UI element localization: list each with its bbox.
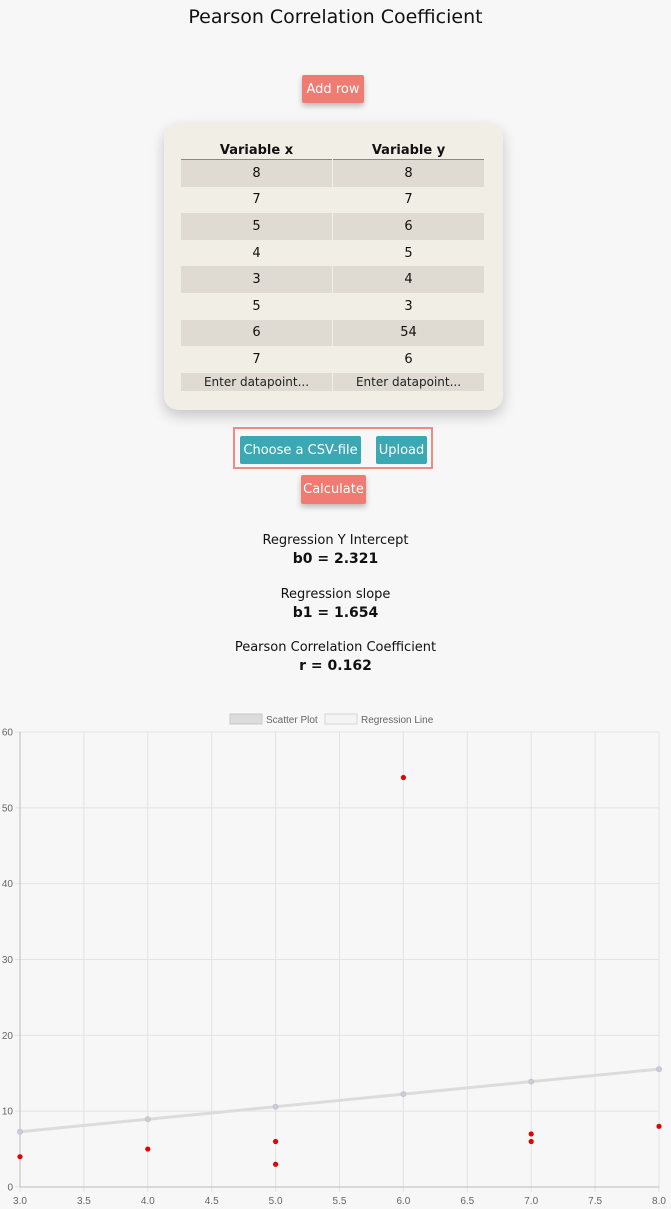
y-tick-label: 20 bbox=[2, 1031, 14, 1042]
correlation-value: r = 0.162 bbox=[299, 658, 372, 674]
y-tick-label: 50 bbox=[2, 803, 14, 814]
upload-button[interactable]: Upload bbox=[376, 436, 427, 464]
datapoint-input-y[interactable] bbox=[333, 373, 484, 391]
scatter-point bbox=[145, 1146, 151, 1152]
calculate-button[interactable]: Calculate bbox=[301, 475, 366, 504]
x-tick-label: 4.5 bbox=[205, 1196, 219, 1207]
regression-point bbox=[528, 1078, 535, 1085]
cell-x[interactable]: 8 bbox=[181, 160, 332, 187]
regression-point bbox=[144, 1116, 151, 1123]
scatter-chart: Scatter Plot Regression Line 3.0 3.5 4.0 4.5 5… bbox=[2, 713, 666, 1207]
table-row: 56 bbox=[181, 213, 484, 240]
table-row: 77 bbox=[181, 187, 484, 214]
x-tick-label: 7.5 bbox=[588, 1196, 602, 1207]
regression-point bbox=[272, 1103, 279, 1110]
input-cell-y bbox=[333, 372, 484, 391]
cell-y[interactable]: 6 bbox=[333, 346, 484, 373]
y-tick-label: 60 bbox=[2, 728, 14, 739]
table-row: 88 bbox=[181, 160, 484, 187]
scatter-point bbox=[17, 1154, 23, 1160]
data-table-card: Variable x Variable y 8 8 7 7 5 6 4 5 3 4 5 3 6 54 7 6 bbox=[164, 123, 503, 410]
input-cell-x bbox=[181, 372, 332, 391]
csv-upload-form: Choose a CSV-file Upload bbox=[233, 427, 433, 469]
slope-value: b1 = 1.654 bbox=[292, 605, 379, 621]
datapoint-input-x[interactable] bbox=[181, 373, 332, 391]
x-tick-label: 7.0 bbox=[524, 1196, 538, 1207]
cell-y[interactable]: 6 bbox=[333, 213, 484, 240]
legend-swatch-scatter bbox=[229, 713, 263, 725]
x-tick-label: 3.0 bbox=[13, 1196, 27, 1207]
table-row: 6 54 bbox=[181, 319, 484, 347]
y-tick-label: 30 bbox=[2, 955, 14, 966]
column-header-y: Variable y bbox=[333, 141, 484, 160]
legend-swatch-regression bbox=[324, 713, 358, 725]
cell-y[interactable]: 8 bbox=[333, 160, 484, 187]
cell-x[interactable]: 7 bbox=[181, 346, 332, 373]
cell-y[interactable]: 3 bbox=[333, 293, 484, 320]
cell-y[interactable]: 4 bbox=[333, 266, 484, 293]
column-header-x: Variable x bbox=[181, 141, 332, 160]
cell-x[interactable]: 5 bbox=[181, 293, 332, 320]
scatter-point bbox=[400, 774, 406, 781]
x-tick-label: 3.5 bbox=[77, 1196, 91, 1207]
page-title: Pearson Correlation Coefficient bbox=[188, 6, 483, 28]
scatter-point bbox=[528, 1138, 534, 1145]
x-tick-label: 5.0 bbox=[269, 1196, 283, 1207]
scatter-point bbox=[273, 1161, 279, 1167]
legend-label-regression: Regression Line bbox=[361, 715, 434, 726]
y-tick-label: 0 bbox=[7, 1183, 13, 1194]
x-tick-label: 5.5 bbox=[333, 1196, 347, 1207]
x-tick-label: 6.0 bbox=[396, 1196, 410, 1207]
choose-csv-button[interactable]: Choose a CSV-file bbox=[240, 436, 361, 464]
cell-x[interactable]: 7 bbox=[181, 187, 332, 214]
scatter-point bbox=[656, 1123, 662, 1129]
scatter-point bbox=[273, 1138, 279, 1145]
table-row: 53 bbox=[181, 293, 484, 320]
result-correlation: Pearson Correlation Coefficient r = 0.16… bbox=[0, 640, 671, 674]
table-row: 76 bbox=[181, 346, 484, 373]
intercept-value: b0 = 2.321 bbox=[292, 551, 379, 567]
regression-point bbox=[656, 1066, 662, 1073]
table-row: 34 bbox=[181, 266, 484, 293]
slope-label: Regression slope bbox=[280, 587, 391, 602]
correlation-label: Pearson Correlation Coefficient bbox=[234, 640, 437, 655]
table-row: 45 bbox=[181, 240, 484, 267]
y-tick-label: 10 bbox=[2, 1107, 14, 1118]
cell-x[interactable]: 6 bbox=[181, 319, 332, 347]
input-row bbox=[181, 372, 484, 391]
x-tick-label: 4.0 bbox=[141, 1196, 155, 1207]
y-tick-label: 40 bbox=[2, 879, 14, 890]
cell-y[interactable]: 5 bbox=[333, 240, 484, 267]
data-table: Variable x Variable y 8 8 7 7 5 6 4 5 3 4 5 3 6 54 7 6 bbox=[180, 141, 485, 391]
add-row-button[interactable]: Add row bbox=[302, 75, 364, 103]
result-intercept: Regression Y Intercept b0 = 2.321 bbox=[0, 533, 671, 567]
scatter-point bbox=[528, 1131, 534, 1137]
cell-y[interactable]: 7 bbox=[333, 187, 484, 214]
regression-point bbox=[17, 1128, 23, 1135]
cell-x[interactable]: 5 bbox=[181, 213, 332, 240]
cell-x[interactable]: 3 bbox=[181, 266, 332, 293]
result-slope: Regression slope b1 = 1.654 bbox=[0, 587, 671, 621]
cell-x[interactable]: 4 bbox=[181, 240, 332, 267]
legend-label-scatter: Scatter Plot bbox=[266, 715, 318, 726]
regression-point bbox=[400, 1091, 407, 1098]
x-tick-label: 6.5 bbox=[460, 1196, 474, 1207]
x-tick-label: 8.0 bbox=[652, 1196, 666, 1207]
cell-y[interactable]: 54 bbox=[333, 319, 484, 347]
intercept-label: Regression Y Intercept bbox=[262, 533, 409, 548]
